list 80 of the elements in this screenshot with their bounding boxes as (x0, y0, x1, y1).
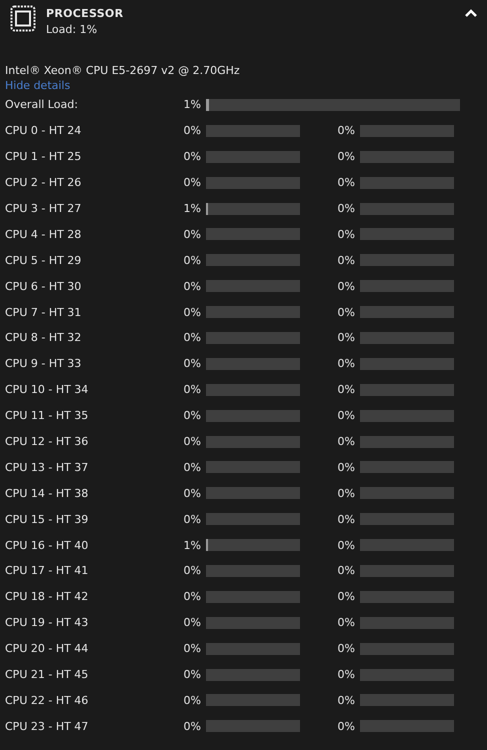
cpu-label: CPU 4 - HT 28 (5, 228, 82, 241)
load-reading: 0% (182, 357, 201, 370)
load-reading: 0% (336, 720, 355, 733)
collapse-icon[interactable] (465, 9, 477, 17)
load-reading: 0% (336, 486, 355, 500)
load-summary: Load: 1% (46, 23, 98, 36)
load-reading: 0% (336, 150, 355, 164)
load-reading: 0% (182, 176, 201, 190)
cpu-label: CPU 10 - HT 34 (5, 383, 90, 396)
load-reading: 0% (182, 409, 201, 422)
load-reading: 0% (182, 150, 201, 164)
cpu-label: CPU 9 - HT 33 (5, 357, 82, 370)
load-reading: 0% (182, 460, 201, 474)
load-reading: 0% (336, 512, 355, 526)
processor-icon (10, 5, 36, 32)
load-reading: 0% (336, 306, 355, 319)
load-reading: 0% (336, 280, 355, 293)
load-reading: 0% (182, 435, 201, 448)
load-reading: 1% (182, 98, 201, 112)
load-reading: 0% (182, 590, 201, 604)
cpu-label: CPU 22 - HT 46 (5, 694, 90, 707)
load-reading: 0% (336, 668, 355, 682)
cpu-label: CPU 16 - HT 40 (5, 538, 90, 552)
load-reading: 0% (182, 512, 201, 526)
cpu-label: CPU 3 - HT 27 (5, 202, 82, 215)
hide-details-link[interactable]: Hide details (5, 79, 70, 92)
cpu-label: CPU 21 - HT 45 (5, 668, 90, 682)
load-reading: 0% (182, 306, 201, 319)
cpu-label: CPU 14 - HT 38 (5, 486, 90, 500)
load-reading: 0% (182, 280, 201, 293)
cpu-label: CPU 13 - HT 37 (5, 460, 90, 474)
load-reading: 0% (336, 460, 355, 474)
cpu-label: CPU 7 - HT 31 (5, 306, 82, 319)
overall-label: Overall Load: (5, 98, 79, 112)
cpu-label: CPU 2 - HT 26 (5, 176, 82, 190)
load-reading: 1% (182, 202, 201, 215)
cpu-label: CPU 23 - HT 47 (5, 720, 90, 733)
load-reading: 0% (336, 176, 355, 190)
load-reading: 0% (182, 694, 201, 707)
load-reading: 0% (336, 383, 355, 396)
load-reading: 0% (182, 124, 201, 138)
cpu-label: CPU 18 - HT 42 (5, 590, 90, 604)
load-reading: 0% (182, 383, 201, 396)
load-reading: 0% (182, 486, 201, 500)
cpu-model: Intel® Xeon® CPU E5-2697 v2 @ 2.70GHz (4, 63, 241, 77)
load-reading: 0% (182, 642, 201, 656)
cpu-label: CPU 11 - HT 35 (5, 409, 90, 422)
load-reading: 0% (336, 254, 355, 267)
cpu-label: CPU 0 - HT 24 (5, 124, 82, 138)
load-reading: 1% (182, 538, 201, 552)
cpu-label: CPU 8 - HT 32 (5, 331, 82, 344)
cpu-label: CPU 20 - HT 44 (5, 642, 90, 656)
load-reading: 0% (336, 202, 355, 215)
load-reading: 0% (336, 538, 355, 552)
load-reading: 0% (336, 435, 355, 448)
load-reading: 0% (336, 564, 355, 578)
cpu-label: CPU 19 - HT 43 (5, 616, 90, 630)
load-reading: 0% (182, 254, 201, 267)
cpu-label: CPU 6 - HT 30 (5, 280, 82, 293)
load-reading: 0% (182, 228, 201, 241)
load-reading: 0% (182, 720, 201, 733)
load-reading: 0% (336, 409, 355, 422)
load-reading: 0% (182, 616, 201, 630)
load-reading: 0% (182, 564, 201, 578)
load-reading: 0% (336, 694, 355, 707)
cpu-label: CPU 1 - HT 25 (5, 150, 82, 164)
cpu-label: CPU 5 - HT 29 (5, 254, 82, 267)
load-reading: 0% (336, 357, 355, 370)
cpu-label: CPU 12 - HT 36 (5, 435, 90, 448)
load-reading: 0% (336, 616, 355, 630)
cpu-label: CPU 17 - HT 41 (5, 564, 90, 578)
load-reading: 0% (182, 331, 201, 344)
cpu-label: CPU 15 - HT 39 (5, 512, 90, 526)
load-reading: 0% (336, 228, 355, 241)
load-reading: 0% (336, 331, 355, 344)
load-reading: 0% (336, 590, 355, 604)
load-reading: 0% (182, 668, 201, 682)
load-reading: 0% (336, 124, 355, 138)
section-title: PROCESSOR (46, 7, 124, 20)
load-reading: 0% (336, 642, 355, 656)
